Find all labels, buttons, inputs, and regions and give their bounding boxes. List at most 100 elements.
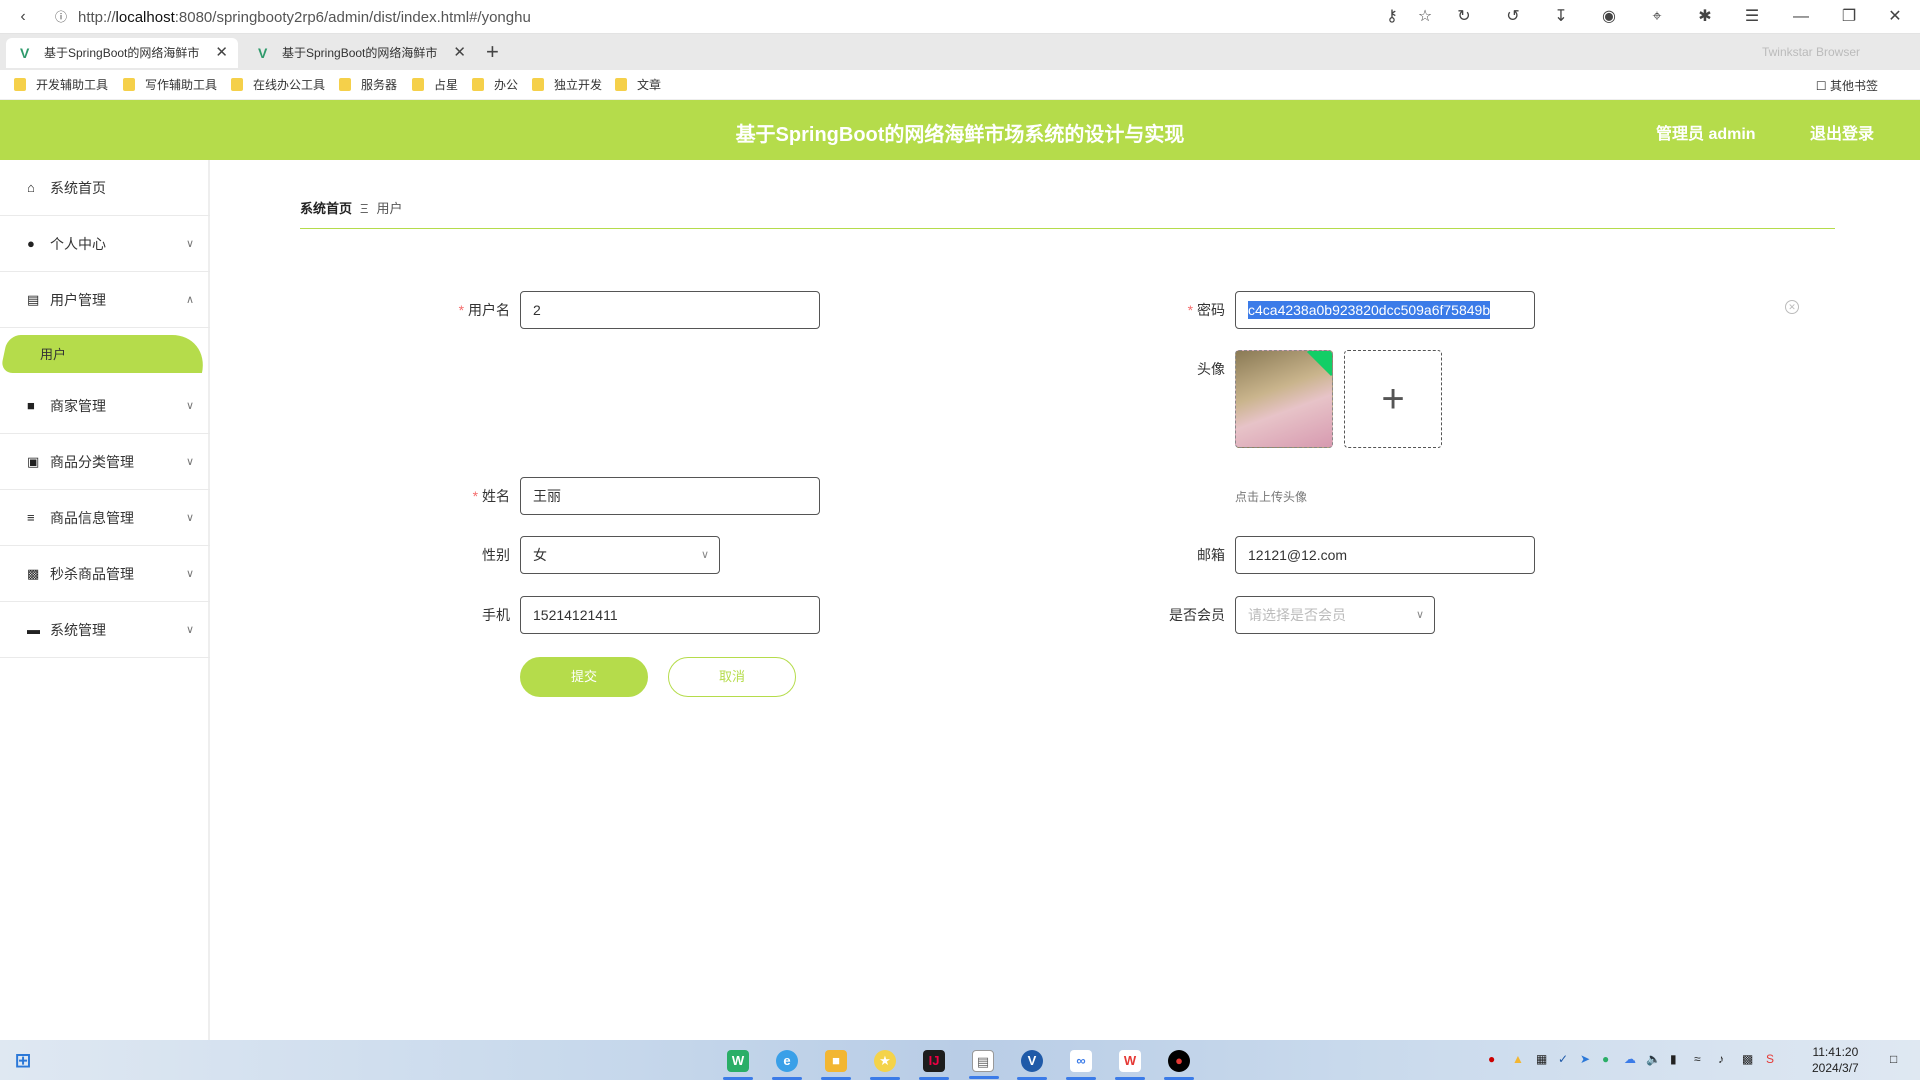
wps-icon[interactable]: W bbox=[1115, 1050, 1145, 1080]
reload-icon[interactable]: ↻ bbox=[1455, 8, 1473, 26]
email-input[interactable]: 12121@12.com bbox=[1235, 536, 1535, 574]
tray-s-icon[interactable]: S bbox=[1766, 1052, 1774, 1066]
name-input[interactable]: 王丽 bbox=[520, 477, 820, 515]
password-label: 密码 bbox=[1105, 291, 1225, 329]
bookmark-folder[interactable]: 独立开发 bbox=[532, 77, 602, 93]
tray-grid-icon[interactable]: ▦ bbox=[1536, 1052, 1547, 1066]
star-icon[interactable]: ☆ bbox=[1416, 8, 1434, 26]
avatar-image[interactable] bbox=[1235, 350, 1333, 448]
sidebar-item-home[interactable]: ⌂ 系统首页 bbox=[0, 160, 210, 216]
new-tab-icon[interactable]: + bbox=[486, 39, 499, 65]
info-icon[interactable]: ⓘ bbox=[52, 8, 70, 26]
bookmark-folder[interactable]: 在线办公工具 bbox=[231, 77, 325, 93]
browser-tab[interactable]: V 基于SpringBoot的网络海鲜市 ✕ bbox=[244, 38, 476, 68]
crop-icon[interactable]: ⌖ bbox=[1648, 8, 1666, 26]
tray-record-icon[interactable]: ● bbox=[1488, 1052, 1495, 1066]
tray-app-icon[interactable]: ▲ bbox=[1512, 1052, 1524, 1066]
sidebar-subitem-users[interactable]: 用户 bbox=[40, 344, 66, 363]
history-icon[interactable]: ↺ bbox=[1504, 8, 1522, 26]
plus-icon: + bbox=[1381, 377, 1405, 421]
bookmarks-bar: 开发辅助工具 写作辅助工具 在线办公工具 服务器 占星 办公 独立开发 文章 ☐… bbox=[0, 70, 1920, 100]
cancel-button[interactable]: 取消 bbox=[668, 657, 796, 697]
sidebar-item-flash-sale[interactable]: ▩ 秒杀商品管理 ∨ bbox=[0, 546, 210, 602]
baidu-netdisk-icon[interactable]: ∞ bbox=[1066, 1050, 1096, 1080]
clipboard-icon: ▤ bbox=[27, 292, 40, 307]
username-input[interactable]: 2 bbox=[520, 291, 820, 329]
sidebar-item-system[interactable]: ▬ 系统管理 ∨ bbox=[0, 602, 210, 658]
chevron-down-icon: ∨ bbox=[185, 400, 194, 412]
sidebar-item-profile[interactable]: ● 个人中心 ∨ bbox=[0, 216, 210, 272]
tray-wechat-icon[interactable]: ● bbox=[1602, 1052, 1609, 1066]
avatar-tip: 点击上传头像 bbox=[1235, 490, 1308, 504]
url-field[interactable]: http://localhost:8080/springbooty2rp6/ad… bbox=[78, 9, 531, 26]
vscode-icon[interactable]: V bbox=[1017, 1050, 1047, 1080]
bookmark-folder[interactable]: 办公 bbox=[472, 77, 518, 93]
tab-strip: V 基于SpringBoot的网络海鲜市 ✕ V 基于SpringBoot的网络… bbox=[0, 34, 1920, 70]
sidebar: ⌂ 系统首页 ● 个人中心 ∨ ▤ 用户管理 ∧ ■ 商家管理 ∨ ▣ 商品分类管理 ∨ ≡ 商品信… bbox=[0, 160, 210, 1040]
tray-cloud-icon[interactable]: ☁ bbox=[1624, 1052, 1636, 1066]
document-icon[interactable]: ▤ bbox=[969, 1050, 999, 1079]
sidebar-item-merchants[interactable]: ■ 商家管理 ∨ bbox=[0, 378, 210, 434]
upload-button[interactable]: + bbox=[1344, 350, 1442, 448]
phone-input[interactable]: 15214121411 bbox=[520, 596, 820, 634]
breadcrumb-current: 用户 bbox=[376, 201, 403, 216]
tray-telegram-icon[interactable]: ➤ bbox=[1580, 1052, 1590, 1066]
system-clock[interactable]: 11:41:20 2024/3/7 bbox=[1812, 1044, 1859, 1076]
admin-label: 管理员 admin bbox=[1656, 126, 1756, 143]
gender-select[interactable]: 女 ∨ bbox=[520, 536, 720, 574]
record-icon[interactable]: ● bbox=[1164, 1050, 1194, 1080]
home-icon: ⌂ bbox=[27, 180, 35, 195]
sidebar-subitem-highlight[interactable] bbox=[0, 335, 211, 373]
microphone-icon[interactable]: ♪ bbox=[1718, 1052, 1724, 1066]
breadcrumb-home[interactable]: 系统首页 bbox=[300, 201, 352, 216]
bookmark-folder[interactable]: 开发辅助工具 bbox=[14, 77, 108, 93]
restore-icon[interactable]: ❐ bbox=[1840, 8, 1858, 26]
browser-tab[interactable]: V 基于SpringBoot的网络海鲜市 ✕ bbox=[6, 38, 238, 68]
extensions-icon[interactable]: ✱ bbox=[1696, 8, 1714, 26]
wifi-icon[interactable]: ≈ bbox=[1694, 1052, 1701, 1066]
download-icon[interactable]: ↧ bbox=[1552, 8, 1570, 26]
upload-success-badge bbox=[1306, 351, 1332, 377]
minimize-icon[interactable]: — bbox=[1792, 8, 1810, 26]
profile-icon[interactable]: ◉ bbox=[1600, 8, 1618, 26]
app-header: 基于SpringBoot的网络海鲜市场系统的设计与实现 管理员 admin 退出… bbox=[0, 100, 1920, 160]
twinkstar-icon[interactable]: ★ bbox=[870, 1050, 900, 1080]
bookmark-folder[interactable]: 文章 bbox=[615, 77, 661, 93]
folder-icon[interactable]: ■ bbox=[821, 1050, 851, 1080]
key-icon[interactable]: ⚷ bbox=[1383, 8, 1401, 26]
breadcrumb: 系统首页 Ξ 用户 bbox=[300, 198, 402, 217]
member-select[interactable]: 请选择是否会员 ∨ bbox=[1235, 596, 1435, 634]
battery-icon[interactable]: ▮ bbox=[1670, 1052, 1677, 1066]
sidebar-item-products[interactable]: ≡ 商品信息管理 ∨ bbox=[0, 490, 210, 546]
browser-icon[interactable]: e bbox=[772, 1050, 802, 1080]
breadcrumb-separator: Ξ bbox=[360, 201, 369, 216]
close-tab-icon[interactable]: ✕ bbox=[453, 38, 466, 68]
chevron-down-icon: ∨ bbox=[700, 549, 709, 561]
input-method-icon[interactable]: ▩ bbox=[1742, 1052, 1753, 1066]
bookmark-folder[interactable]: 写作辅助工具 bbox=[123, 77, 217, 93]
volume-icon[interactable]: 🔈 bbox=[1646, 1052, 1661, 1066]
vue-icon: V bbox=[20, 45, 30, 61]
back-icon[interactable]: ‹ bbox=[14, 8, 32, 26]
tray-vscode-icon[interactable]: ✓ bbox=[1558, 1052, 1568, 1066]
clear-icon[interactable]: ✕ bbox=[1785, 300, 1799, 314]
sidebar-item-users[interactable]: ▤ 用户管理 ∧ bbox=[0, 272, 210, 328]
close-tab-icon[interactable]: ✕ bbox=[215, 38, 228, 68]
intellij-icon[interactable]: IJ bbox=[919, 1050, 949, 1080]
logout-button[interactable]: 退出登录 bbox=[1810, 120, 1874, 144]
submit-button[interactable]: 提交 bbox=[520, 657, 648, 697]
password-input[interactable]: c4ca4238a0b923820dcc509a6f75849b bbox=[1235, 291, 1535, 329]
bookmark-folder[interactable]: 占星 bbox=[412, 77, 458, 93]
chevron-down-icon: ∨ bbox=[185, 238, 194, 250]
chevron-down-icon: ∨ bbox=[185, 512, 194, 524]
menu-icon[interactable]: ☰ bbox=[1743, 8, 1761, 26]
notification-icon[interactable]: □ bbox=[1890, 1052, 1897, 1066]
windows-start-icon[interactable]: ⊞ bbox=[12, 1050, 34, 1072]
wechat-icon[interactable]: W bbox=[723, 1050, 753, 1080]
sidebar-item-categories[interactable]: ▣ 商品分类管理 ∨ bbox=[0, 434, 210, 490]
phone-label: 手机 bbox=[482, 607, 510, 623]
close-window-icon[interactable]: ✕ bbox=[1886, 8, 1904, 26]
bookmark-folder[interactable]: 服务器 bbox=[339, 77, 397, 93]
other-bookmarks[interactable]: ☐ 其他书签 bbox=[1816, 77, 1878, 94]
chevron-down-icon: ∨ bbox=[185, 624, 194, 636]
